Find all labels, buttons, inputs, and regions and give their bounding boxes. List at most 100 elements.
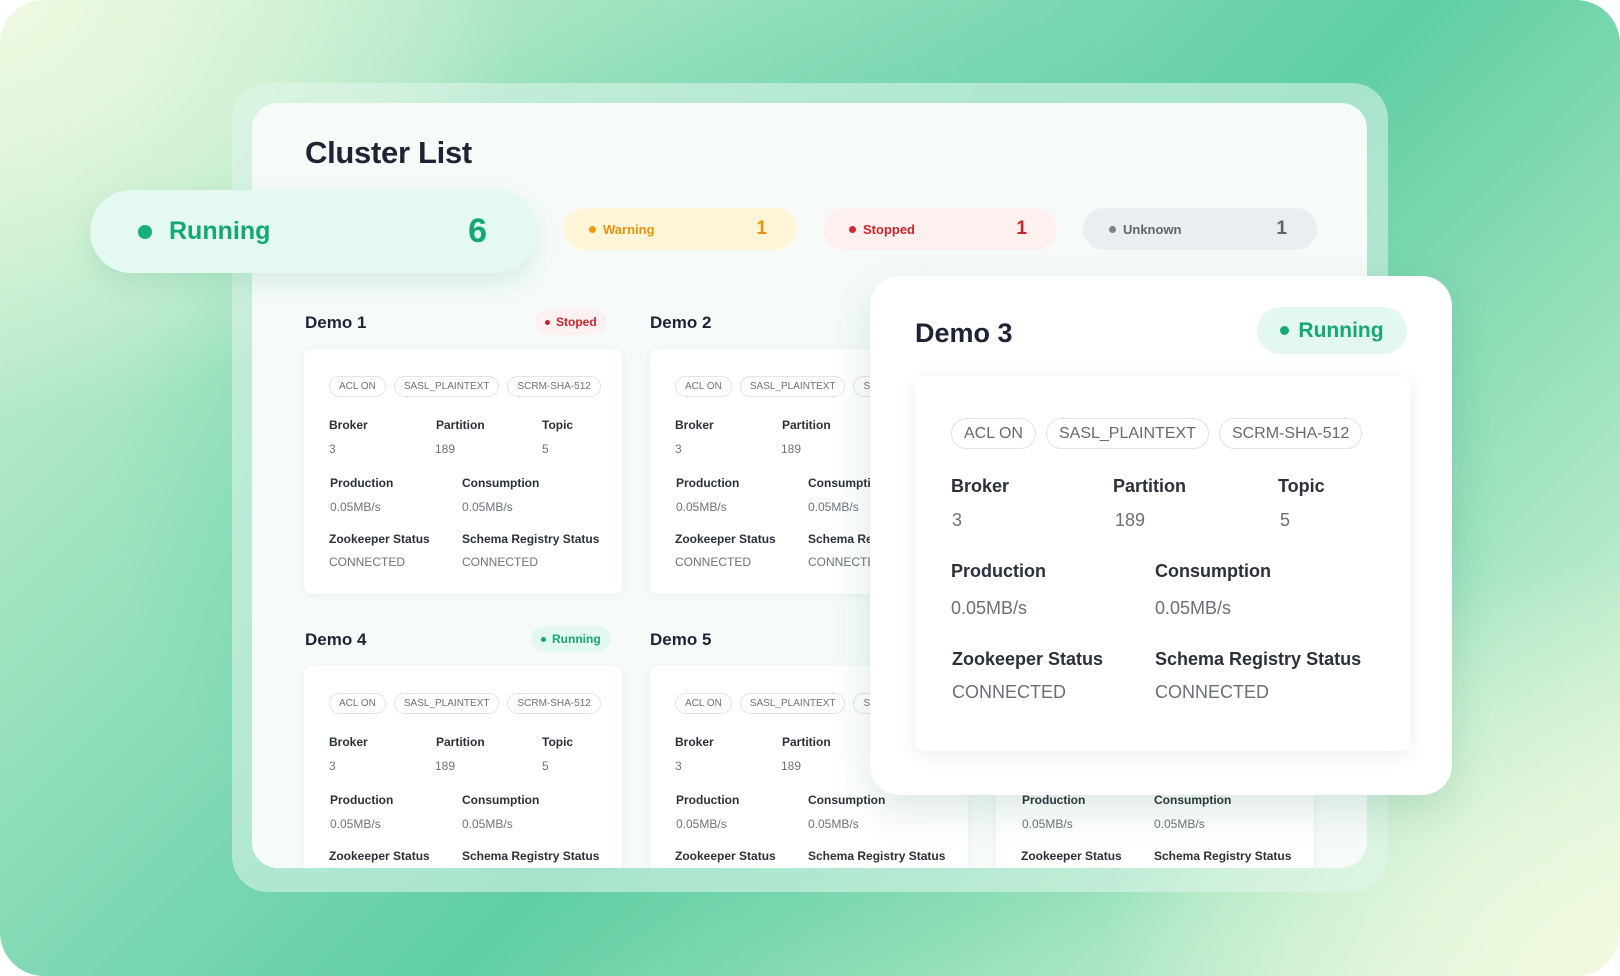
consumption-value: 0.05MB/s [808, 817, 859, 831]
warning-dot-icon [589, 225, 596, 233]
tag-acl: ACL ON [329, 693, 386, 714]
cluster-title[interactable]: Demo 1 [305, 313, 366, 333]
tag-acl: ACL ON [951, 418, 1036, 449]
partition-value: 189 [435, 442, 456, 456]
production-label: Production [951, 561, 1046, 581]
production-label: Production [1022, 793, 1086, 807]
broker-value: 3 [675, 442, 682, 456]
stopped-label: Stopped [863, 221, 915, 237]
production-value: 0.05MB/s [330, 817, 381, 831]
topic-label: Topic [1278, 476, 1325, 496]
schema-registry-value: CONNECTED [462, 555, 539, 569]
schema-registry-label: Schema Registry Status [462, 532, 600, 546]
status-dot-icon [541, 636, 546, 642]
schema-registry-label: Schema Registry Status [808, 849, 946, 863]
stopped-summary-badge[interactable]: Stopped 1 [823, 208, 1057, 250]
production-value: 0.05MB/s [1022, 817, 1073, 831]
broker-label: Broker [675, 735, 714, 749]
zookeeper-value: CONNECTED [952, 682, 1067, 702]
partition-value: 189 [781, 759, 802, 773]
partition-label: Partition [782, 735, 831, 749]
unknown-summary-badge[interactable]: Unknown 1 [1083, 208, 1317, 250]
consumption-value: 0.05MB/s [462, 817, 513, 831]
broker-label: Broker [329, 735, 368, 749]
tag-protocol: SASL_PLAINTEXT [393, 693, 500, 714]
production-label: Production [330, 476, 394, 490]
broker-value: 3 [329, 442, 336, 456]
stopped-count: 1 [1016, 218, 1027, 239]
broker-label: Broker [675, 418, 714, 432]
schema-registry-value: CONNECTED [1155, 682, 1270, 702]
zookeeper-value: CONNECTED [329, 555, 406, 569]
consumption-value: 0.05MB/s [1155, 598, 1232, 618]
broker-value: 3 [952, 510, 963, 530]
topic-value: 5 [1280, 510, 1291, 530]
tag-acl: ACL ON [675, 693, 732, 714]
partition-value: 189 [1115, 510, 1146, 530]
tag-mechanism: SCRM-SHA-512 [1218, 418, 1363, 449]
production-label: Production [330, 793, 394, 807]
production-value: 0.05MB/s [676, 817, 727, 831]
tag-protocol: SASL_PLAINTEXT [739, 693, 846, 714]
cluster-card[interactable]: ACL ON SASL_PLAINTEXT SCRM-SHA-512 Broke… [304, 349, 622, 594]
running-label: Running [169, 217, 271, 245]
broker-label: Broker [951, 476, 1010, 496]
unknown-dot-icon [1109, 225, 1116, 233]
zookeeper-label: Zookeeper Status [675, 532, 776, 546]
partition-label: Partition [1113, 476, 1187, 496]
status-dot-icon [545, 319, 550, 325]
tag-protocol: SASL_PLAINTEXT [1045, 418, 1209, 449]
cluster-title[interactable]: Demo 5 [650, 630, 711, 650]
cluster-card[interactable]: ACL ON SASL_PLAINTEXT SCRM-SHA-512 Broke… [304, 666, 622, 868]
partition-label: Partition [436, 418, 485, 432]
schema-registry-label: Schema Registry Status [462, 849, 600, 863]
production-value: 0.05MB/s [951, 598, 1028, 618]
warning-count: 1 [756, 218, 767, 239]
topic-value: 5 [542, 759, 549, 773]
schema-registry-value: CONNECTE [808, 555, 876, 569]
topic-label: Topic [542, 735, 574, 749]
tag-acl: ACL ON [675, 376, 732, 397]
topic-label: Topic [542, 418, 574, 432]
cluster-status-badge: Stoped [535, 309, 607, 335]
running-summary-badge[interactable]: Running 6 [90, 190, 537, 273]
consumption-value: 0.05MB/s [462, 500, 513, 514]
cluster-title[interactable]: Demo 4 [305, 630, 366, 650]
status-label: Stoped [556, 315, 597, 329]
consumption-value: 0.05MB/s [1154, 817, 1205, 831]
partition-value: 189 [435, 759, 456, 773]
production-label: Production [676, 793, 740, 807]
consumption-label: Consumption [462, 476, 540, 490]
detail-cluster-title: Demo 3 [915, 318, 1013, 348]
consumption-label: Consumption [808, 793, 886, 807]
consumption-label: Consumption [1155, 561, 1271, 581]
consumption-label: Consumption [1154, 793, 1232, 807]
schema-registry-label: Schema Registry Status [1154, 849, 1292, 863]
broker-value: 3 [675, 759, 682, 773]
production-value: 0.05MB/s [330, 500, 381, 514]
running-count: 6 [468, 212, 487, 250]
detail-status-label: Running [1298, 318, 1384, 342]
cluster-title[interactable]: Demo 2 [650, 313, 711, 333]
zookeeper-label: Zookeeper Status [329, 849, 430, 863]
topic-value: 5 [542, 442, 549, 456]
unknown-count: 1 [1276, 218, 1287, 239]
tag-mechanism: SCRM-SHA-512 [507, 693, 601, 714]
cluster-detail-card[interactable]: Demo 3 Running ACL ON SASL_PLAINTEXT SCR… [870, 276, 1452, 795]
unknown-label: Unknown [1123, 221, 1182, 237]
partition-label: Partition [436, 735, 485, 749]
warning-summary-badge[interactable]: Warning 1 [563, 208, 797, 250]
stopped-dot-icon [849, 225, 856, 233]
warning-label: Warning [603, 221, 655, 237]
detail-info-panel: ACL ON SASL_PLAINTEXT SCRM-SHA-512 Broke… [915, 376, 1410, 751]
production-label: Production [676, 476, 740, 490]
broker-value: 3 [329, 759, 336, 773]
zookeeper-label: Zookeeper Status [329, 532, 430, 546]
consumption-label: Consumption [462, 793, 540, 807]
status-dot-icon [1280, 326, 1290, 335]
production-value: 0.05MB/s [676, 500, 727, 514]
partition-value: 189 [781, 442, 802, 456]
zookeeper-label: Zookeeper Status [952, 649, 1104, 669]
tag-protocol: SASL_PLAINTEXT [739, 376, 846, 397]
cluster-status-badge: Running [531, 626, 611, 652]
